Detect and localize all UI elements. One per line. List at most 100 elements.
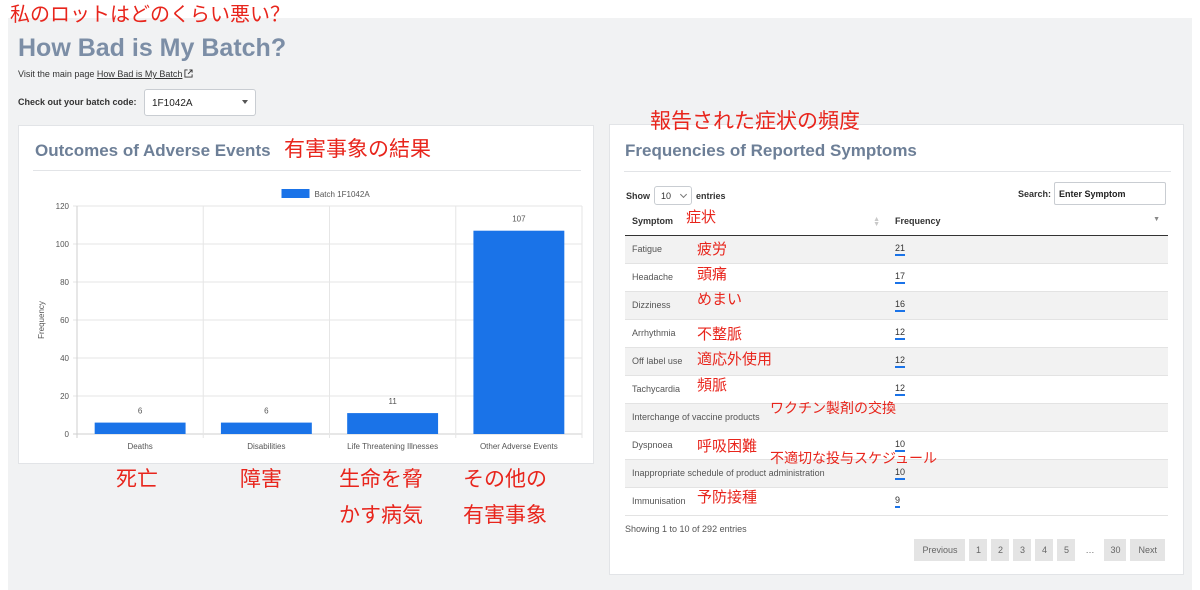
symptoms-panel-divider (624, 171, 1171, 172)
page-title: How Bad is My Batch? (18, 34, 287, 62)
pagination-page-4[interactable]: 4 (1035, 539, 1054, 561)
sort-icon: ▲ ▼ (873, 216, 880, 228)
x-tick-label: Life Threatening Illnesses (347, 442, 438, 451)
bar-value-label: 11 (388, 397, 397, 406)
external-link-icon (184, 69, 193, 78)
table-row: Interchange of vaccine products (625, 403, 1168, 432)
x-tick-label: Disabilities (247, 442, 285, 451)
annotation-symptom-8: 不適切な投与スケジュール (770, 451, 938, 467)
frequency-value: 12 (895, 327, 906, 340)
symptom-cell: Headache (625, 263, 888, 292)
symptoms-panel: Frequencies of Reported Symptoms Show 10… (609, 124, 1184, 575)
bar-life-threatening-illnesses (347, 413, 439, 434)
length-control: Show 10 entries (626, 186, 726, 205)
symptom-search-input[interactable] (1054, 182, 1166, 205)
batch-code-select[interactable]: 1F1042A (144, 89, 256, 116)
column-header-frequency-label: Frequency (895, 215, 941, 226)
frequency-cell: 17 (888, 263, 1168, 292)
legend-label: Batch 1F1042A (315, 190, 371, 199)
pagination-page-last[interactable]: 30 (1104, 539, 1127, 561)
symptom-cell: Arrhythmia (625, 319, 888, 348)
annotation-symptom-9: 予防接種 (697, 488, 758, 506)
annotation-other-events-1: その他の (463, 467, 547, 491)
annotation-symptom-0: 疲労 (697, 240, 728, 258)
y-tick-label: 60 (60, 316, 69, 325)
pagination-previous[interactable]: Previous (914, 539, 966, 561)
outcomes-bar-chart: Batch 1F1042A 0 20 40 60 80 100 120 Frequency 6 De… (37, 189, 583, 451)
pagination-ellipsis: … (1085, 545, 1095, 555)
caret-down-icon (242, 100, 248, 104)
frequency-value: 21 (895, 243, 906, 256)
pagination-page-1[interactable]: 1 (969, 539, 988, 561)
y-tick-label: 100 (56, 240, 70, 249)
symptom-cell: Tachycardia (625, 375, 888, 404)
x-tick-label: Other Adverse Events (480, 442, 558, 451)
annotation-deaths: 死亡 (116, 467, 158, 491)
annotation-top-title: 私のロットはどのくらい悪い？ (10, 2, 290, 26)
column-header-symptom[interactable]: Symptom ▲ ▼ (625, 207, 888, 236)
annotation-frequencies: 報告された症状の頻度 (650, 109, 860, 133)
annotation-symptom-5: 頻脈 (697, 376, 728, 394)
bar-deaths (94, 422, 186, 434)
frequency-value: 17 (895, 271, 906, 284)
annotation-symptom-4: 適応外使用 (697, 350, 773, 368)
pagination-page-3[interactable]: 3 (1013, 539, 1032, 561)
symptom-cell: Dizziness (625, 291, 888, 320)
y-axis-label: Frequency (37, 301, 46, 339)
frequency-value: 9 (895, 495, 901, 508)
entries-per-page-value: 10 (661, 191, 672, 201)
frequency-value: 10 (895, 439, 906, 452)
batch-code-label: Check out your batch code: (18, 97, 137, 107)
bar-value-label: 6 (264, 407, 269, 416)
y-tick-label: 20 (60, 392, 69, 401)
entries-label: entries (696, 190, 726, 201)
frequency-value: 12 (895, 355, 906, 368)
column-header-symptom-label: Symptom (632, 215, 674, 226)
entries-per-page-select[interactable]: 10 (654, 186, 692, 205)
pagination-page-5[interactable]: 5 (1057, 539, 1076, 561)
visit-prefix: Visit the main page (18, 69, 95, 79)
annotation-life-threatening-1: 生命を脅 (339, 467, 423, 491)
frequency-cell: 12 (888, 319, 1168, 348)
y-tick-label: 40 (60, 354, 69, 363)
frequency-value: 10 (895, 467, 906, 480)
symptom-cell: Fatigue (625, 235, 888, 264)
frequency-cell: 9 (888, 487, 1168, 516)
chevron-down-icon (679, 190, 688, 199)
annotation-outcomes: 有害事象の結果 (284, 137, 431, 161)
outcomes-panel: Outcomes of Adverse Events Batch 1F1042A… (18, 125, 594, 464)
table-info: Showing 1 to 10 of 292 entries (625, 524, 747, 534)
search-label: Search: (1017, 188, 1051, 199)
y-tick-label: 80 (60, 278, 69, 287)
annotation-life-threatening-2: かす病気 (339, 503, 423, 527)
frequency-cell: 16 (888, 291, 1168, 320)
frequency-cell: 21 (888, 235, 1168, 264)
frequency-cell (888, 403, 1168, 432)
annotation-symptom-6: ワクチン製剤の交換 (770, 401, 896, 417)
pagination-next[interactable]: Next (1130, 539, 1165, 561)
y-tick-label: 0 (65, 430, 70, 439)
y-tick-label: 120 (56, 202, 70, 211)
main-page-link[interactable]: How Bad is My Batch (97, 69, 183, 79)
annotation-symptom-column: 症状 (686, 208, 717, 226)
sort-desc-icon: ▼ (1153, 216, 1160, 223)
pagination-page-2[interactable]: 2 (991, 539, 1010, 561)
annotation-disabilities: 障害 (240, 467, 282, 491)
pagination: Previous 1 2 3 4 5 … 30 Next (914, 539, 1165, 561)
annotation-symptom-3: 不整脈 (697, 325, 743, 343)
frequency-cell: 12 (888, 375, 1168, 404)
symptoms-panel-title: Frequencies of Reported Symptoms (625, 141, 917, 160)
frequency-cell: 12 (888, 347, 1168, 376)
search-control: Search: (1018, 182, 1166, 205)
legend-swatch (281, 189, 310, 198)
x-tick-label: Deaths (127, 442, 152, 451)
frequency-value: 12 (895, 383, 906, 396)
bar-value-label: 107 (512, 215, 526, 224)
batch-code-value: 1F1042A (152, 98, 193, 109)
bar-other-adverse-events (473, 230, 565, 434)
bar-value-label: 6 (138, 407, 143, 416)
column-header-frequency[interactable]: Frequency ▼ (888, 207, 1168, 236)
annotation-other-events-2: 有害事象 (463, 503, 547, 527)
annotation-symptom-1: 頭痛 (697, 265, 728, 283)
annotation-symptom-7: 呼吸困難 (697, 437, 758, 455)
